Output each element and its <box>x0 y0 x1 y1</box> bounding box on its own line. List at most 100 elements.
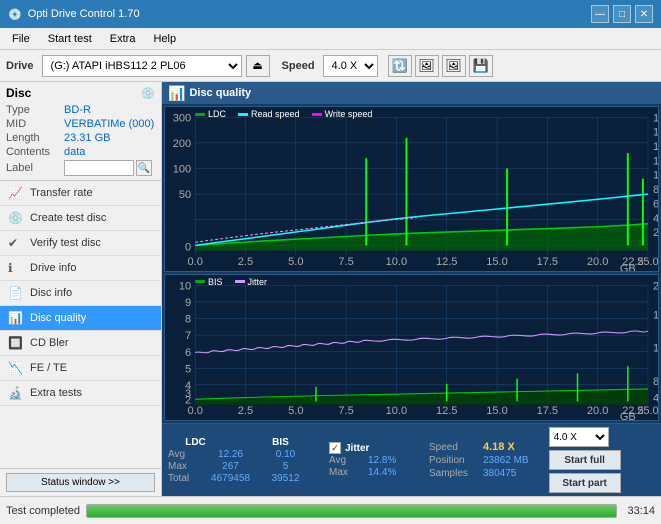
ldc-bis-stats: LDC BIS Avg 12.26 0.10 Max 267 5 Total 4… <box>168 437 313 484</box>
drive-select[interactable]: (G:) ATAPI iHBS112 2 PL06 <box>42 55 242 77</box>
disc-info-icon: 📄 <box>8 286 24 300</box>
sidebar-item-fe-te[interactable]: 📉 FE / TE <box>0 356 161 381</box>
start-full-button[interactable]: Start full <box>549 450 621 470</box>
speed-stats: Speed 4.18 X Position 23862 MB Samples 3… <box>429 441 529 479</box>
sidebar-item-drive-info[interactable]: ℹ Drive info <box>0 256 161 281</box>
jitter-avg-row: Avg 12.8% <box>329 455 413 466</box>
max-label: Max <box>168 461 203 472</box>
sidebar-item-verify-test-disc[interactable]: ✔ Verify test disc <box>0 231 161 256</box>
top-chart-legend: LDC Read speed Write speed <box>195 109 372 119</box>
svg-text:6X: 6X <box>653 198 658 210</box>
disc-quality-header-icon: 📊 <box>168 85 185 102</box>
top-chart: LDC Read speed Write speed <box>164 106 659 272</box>
bottom-chart-svg: 10 9 8 7 6 5 4 3 2 20% 16% 12% 8% 4% 0 <box>165 275 658 420</box>
menu-file[interactable]: File <box>4 31 38 47</box>
write-speed-legend-label: Write speed <box>325 109 373 119</box>
svg-text:8X: 8X <box>653 184 658 196</box>
test-speed-select[interactable]: 4.0 X <box>549 427 609 447</box>
svg-text:2.5: 2.5 <box>238 256 253 268</box>
menu-extra[interactable]: Extra <box>102 31 144 47</box>
status-window-btn[interactable]: Status window >> <box>6 473 155 492</box>
stats-header-row: LDC BIS <box>168 437 313 448</box>
menu-start-test[interactable]: Start test <box>40 31 100 47</box>
eject-button[interactable]: ⏏ <box>246 55 270 77</box>
verify-test-disc-icon: ✔ <box>8 236 24 250</box>
close-button[interactable]: ✕ <box>635 5 653 23</box>
disc-quality-icon: 📊 <box>8 311 24 325</box>
jitter-checkbox[interactable]: ✓ <box>329 442 341 454</box>
speed-label: Speed <box>282 60 315 72</box>
sidebar-item-cd-bler[interactable]: 🔲 CD Bler <box>0 331 161 356</box>
jitter-legend-label: Jitter <box>248 277 268 287</box>
total-label: Total <box>168 473 203 484</box>
svg-text:7.5: 7.5 <box>338 256 353 268</box>
icon-btn-1[interactable]: 🖼 <box>415 55 439 77</box>
disc-label-key: Label <box>6 162 64 174</box>
sidebar-item-transfer-rate[interactable]: 📈 Transfer rate <box>0 181 161 206</box>
sidebar-item-extra-tests[interactable]: 🔬 Extra tests <box>0 381 161 406</box>
svg-text:10.0: 10.0 <box>386 256 408 268</box>
max-bis-val: 5 <box>258 461 313 472</box>
extra-tests-icon: 🔬 <box>8 386 24 400</box>
svg-text:GB: GB <box>620 411 636 420</box>
disc-label-input[interactable] <box>64 160 134 176</box>
svg-text:4%: 4% <box>653 392 658 404</box>
icon-btn-2[interactable]: 🖼 <box>442 55 466 77</box>
start-part-button[interactable]: Start part <box>549 473 621 493</box>
read-speed-legend-label: Read speed <box>251 109 300 119</box>
disc-length-val: 23.31 GB <box>64 132 155 144</box>
svg-text:12X: 12X <box>653 155 658 167</box>
ldc-legend-dot <box>195 113 205 116</box>
avg-bis-val: 0.10 <box>258 449 313 460</box>
samples-row: Samples 380475 <box>429 468 529 479</box>
sidebar-item-create-test-disc[interactable]: 💿 Create test disc <box>0 206 161 231</box>
svg-text:7: 7 <box>185 330 191 342</box>
svg-text:10: 10 <box>179 280 191 292</box>
status-time: 33:14 <box>627 505 655 517</box>
speed-row: Speed 4.18 X <box>429 441 529 453</box>
svg-text:20.0: 20.0 <box>587 405 609 417</box>
svg-text:300: 300 <box>173 112 191 124</box>
maximize-button[interactable]: □ <box>613 5 631 23</box>
svg-text:16%: 16% <box>653 309 658 321</box>
disc-type-val: BD-R <box>64 104 155 116</box>
legend-ldc: LDC <box>195 109 226 119</box>
svg-text:7.5: 7.5 <box>338 405 353 417</box>
sidebar-label-disc-quality: Disc quality <box>30 312 153 324</box>
sidebar-label-create-test-disc: Create test disc <box>30 212 153 224</box>
buttons-section: 4.0 X Start full Start part <box>549 427 621 493</box>
position-val: 23862 MB <box>483 455 529 466</box>
menu-help[interactable]: Help <box>145 31 184 47</box>
bottom-chart: BIS Jitter <box>164 274 659 421</box>
disc-label-icon-btn[interactable]: 🔍 <box>136 160 152 176</box>
svg-text:100: 100 <box>173 164 191 176</box>
svg-text:12%: 12% <box>653 342 658 354</box>
speed-stat-label: Speed <box>429 442 479 453</box>
jitter-label: Jitter <box>345 443 369 454</box>
samples-label: Samples <box>429 468 479 479</box>
disc-length-row: Length 23.31 GB <box>6 132 155 144</box>
svg-text:16X: 16X <box>653 127 658 139</box>
svg-text:12.5: 12.5 <box>436 256 458 268</box>
disc-section: Disc 💿 Type BD-R MID VERBATIMe (000) Len… <box>0 82 161 181</box>
speed-select-toolbar[interactable]: 4.0 X <box>323 55 378 77</box>
sidebar-item-disc-info[interactable]: 📄 Disc info <box>0 281 161 306</box>
disc-type-key: Type <box>6 104 64 116</box>
minimize-button[interactable]: — <box>591 5 609 23</box>
svg-text:5: 5 <box>185 363 191 375</box>
jitter-max-row: Max 14.4% <box>329 467 413 478</box>
create-test-disc-icon: 💿 <box>8 211 24 225</box>
legend-jitter: Jitter <box>235 277 268 287</box>
disc-contents-key: Contents <box>6 146 64 158</box>
save-button[interactable]: 💾 <box>469 55 493 77</box>
legend-bis: BIS <box>195 277 223 287</box>
sidebar-item-disc-quality[interactable]: 📊 Disc quality <box>0 306 161 331</box>
refresh-button[interactable]: 🔃 <box>388 55 412 77</box>
progress-bar-fill <box>87 505 616 517</box>
jitter-header: ✓ Jitter <box>329 442 413 454</box>
svg-text:50: 50 <box>179 189 191 201</box>
write-speed-legend-dot <box>312 113 322 116</box>
svg-text:5.0: 5.0 <box>288 256 303 268</box>
top-chart-svg: 300 200 100 50 0 18X 16X 14X 12X 10X 8X … <box>165 107 658 271</box>
disc-header-icon: 💿 <box>141 87 155 100</box>
